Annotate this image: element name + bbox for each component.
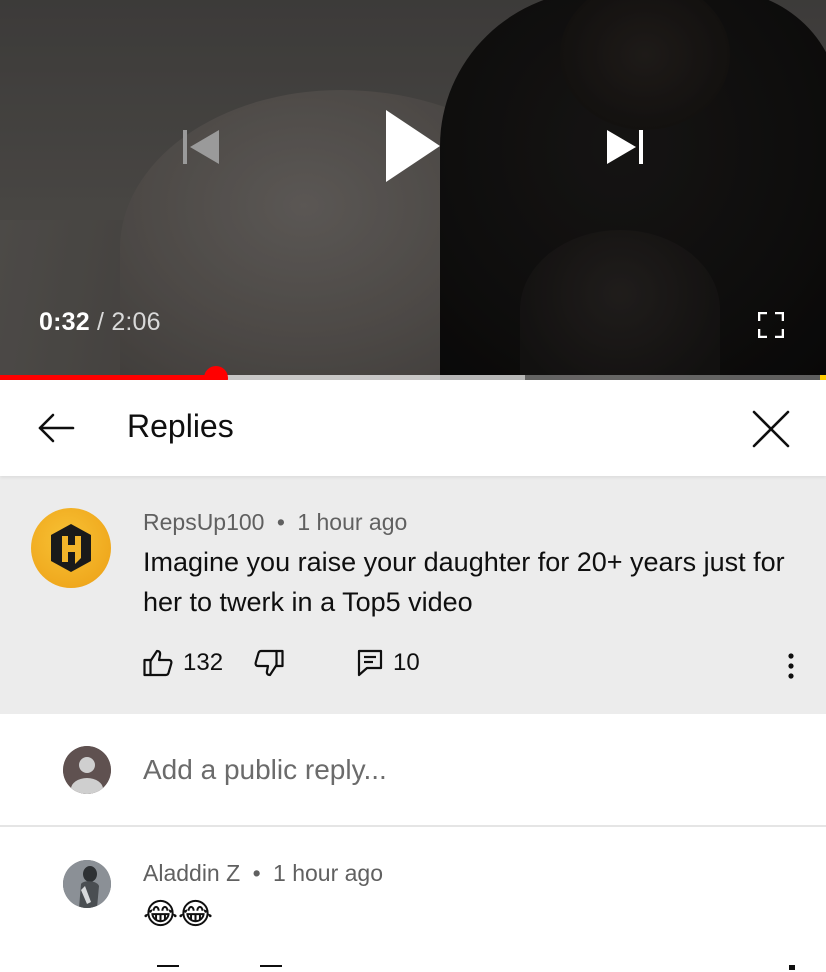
previous-icon — [183, 130, 219, 164]
next-video-button[interactable] — [594, 118, 656, 176]
like-button[interactable]: 132 — [143, 649, 223, 677]
avatar-photo — [63, 860, 111, 908]
previous-video-button[interactable] — [170, 118, 232, 176]
meta-dot: • — [276, 509, 285, 535]
replies-title: Replies — [127, 408, 234, 444]
more-vert-icon — [788, 653, 794, 679]
like-count: 132 — [183, 649, 224, 676]
reply-item: Aladdin Z • 1 hour ago 😂😂 — [0, 829, 826, 972]
fullscreen-icon — [758, 312, 784, 338]
back-button[interactable] — [30, 402, 82, 454]
dislike-button[interactable] — [254, 649, 284, 677]
fullscreen-button[interactable] — [748, 302, 794, 348]
thumbs-up-icon[interactable] — [157, 965, 179, 972]
reply-actions-cutoff — [143, 961, 813, 972]
thumbs-up-icon — [143, 649, 173, 677]
reply-count: 10 — [393, 649, 420, 676]
time-separator: / — [97, 308, 105, 336]
video-duration: 2:06 — [111, 308, 161, 336]
meta-dot: • — [252, 860, 261, 886]
replies-header: Replies — [0, 380, 826, 476]
reply-meta: Aladdin Z • 1 hour ago — [143, 860, 383, 887]
comment-text: Imagine you raise your daughter for 20+ … — [143, 547, 785, 617]
reply-text: 😂😂 — [143, 897, 214, 932]
play-button[interactable] — [370, 98, 456, 194]
reply-icon[interactable] — [260, 965, 282, 972]
reply-input[interactable] — [143, 748, 783, 792]
reply-icon — [357, 649, 383, 677]
close-icon — [752, 410, 790, 448]
default-user-icon — [63, 746, 111, 794]
close-button[interactable] — [744, 402, 798, 456]
play-icon — [386, 110, 440, 182]
avatar[interactable] — [63, 860, 111, 908]
channel-logo-icon — [51, 524, 91, 572]
time-display: 0:32 / 2:06 — [39, 308, 161, 337]
add-reply-row — [0, 714, 826, 827]
avatar[interactable] — [31, 508, 111, 588]
next-icon — [607, 130, 643, 164]
comment-time: 1 hour ago — [297, 509, 408, 535]
parent-comment: RepsUp100 • 1 hour ago Imagine you raise… — [0, 476, 826, 714]
current-time: 0:32 — [39, 308, 90, 336]
reply-author[interactable]: Aladdin Z — [143, 860, 240, 886]
comment-author[interactable]: RepsUp100 — [143, 509, 264, 535]
thumbs-down-icon — [254, 649, 284, 677]
user-avatar — [63, 746, 111, 794]
reply-time: 1 hour ago — [273, 860, 383, 886]
comment-meta: RepsUp100 • 1 hour ago — [143, 509, 407, 536]
more-vert-icon[interactable] — [789, 965, 795, 972]
back-arrow-icon — [38, 413, 75, 443]
comment-more-button[interactable] — [776, 646, 806, 686]
video-player[interactable]: 0:32 / 2:06 — [0, 0, 826, 380]
view-replies-button[interactable]: 10 — [357, 649, 420, 677]
